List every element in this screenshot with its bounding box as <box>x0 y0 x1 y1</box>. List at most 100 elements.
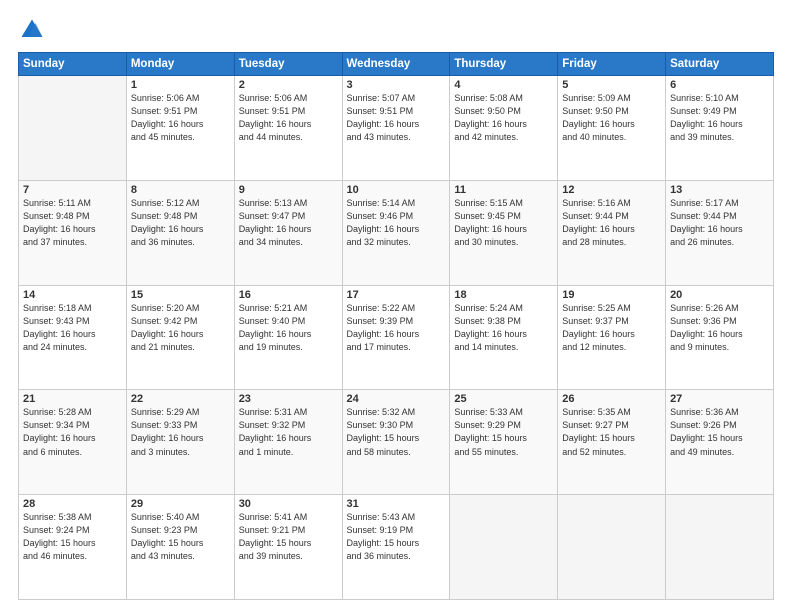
day-number: 6 <box>670 79 769 91</box>
calendar-week-row: 14Sunrise: 5:18 AM Sunset: 9:43 PM Dayli… <box>19 285 774 390</box>
day-info: Sunrise: 5:41 AM Sunset: 9:21 PM Dayligh… <box>239 511 338 563</box>
calendar-cell: 18Sunrise: 5:24 AM Sunset: 9:38 PM Dayli… <box>450 285 558 390</box>
day-number: 27 <box>670 393 769 405</box>
day-number: 1 <box>131 79 230 91</box>
day-info: Sunrise: 5:22 AM Sunset: 9:39 PM Dayligh… <box>347 302 446 354</box>
calendar-cell: 29Sunrise: 5:40 AM Sunset: 9:23 PM Dayli… <box>126 495 234 600</box>
calendar-cell: 11Sunrise: 5:15 AM Sunset: 9:45 PM Dayli… <box>450 180 558 285</box>
calendar-cell: 1Sunrise: 5:06 AM Sunset: 9:51 PM Daylig… <box>126 76 234 181</box>
calendar-header-saturday: Saturday <box>666 53 774 76</box>
day-number: 13 <box>670 184 769 196</box>
day-number: 22 <box>131 393 230 405</box>
day-number: 24 <box>347 393 446 405</box>
day-number: 19 <box>562 289 661 301</box>
day-number: 7 <box>23 184 122 196</box>
header <box>18 16 774 44</box>
day-info: Sunrise: 5:40 AM Sunset: 9:23 PM Dayligh… <box>131 511 230 563</box>
calendar-cell: 27Sunrise: 5:36 AM Sunset: 9:26 PM Dayli… <box>666 390 774 495</box>
calendar-cell <box>666 495 774 600</box>
calendar-cell: 14Sunrise: 5:18 AM Sunset: 9:43 PM Dayli… <box>19 285 127 390</box>
calendar-header-wednesday: Wednesday <box>342 53 450 76</box>
calendar-cell: 4Sunrise: 5:08 AM Sunset: 9:50 PM Daylig… <box>450 76 558 181</box>
calendar-cell: 7Sunrise: 5:11 AM Sunset: 9:48 PM Daylig… <box>19 180 127 285</box>
day-number: 16 <box>239 289 338 301</box>
calendar-cell: 5Sunrise: 5:09 AM Sunset: 9:50 PM Daylig… <box>558 76 666 181</box>
day-info: Sunrise: 5:36 AM Sunset: 9:26 PM Dayligh… <box>670 406 769 458</box>
day-info: Sunrise: 5:13 AM Sunset: 9:47 PM Dayligh… <box>239 197 338 249</box>
day-info: Sunrise: 5:28 AM Sunset: 9:34 PM Dayligh… <box>23 406 122 458</box>
day-info: Sunrise: 5:12 AM Sunset: 9:48 PM Dayligh… <box>131 197 230 249</box>
calendar-cell: 15Sunrise: 5:20 AM Sunset: 9:42 PM Dayli… <box>126 285 234 390</box>
day-info: Sunrise: 5:08 AM Sunset: 9:50 PM Dayligh… <box>454 92 553 144</box>
day-info: Sunrise: 5:11 AM Sunset: 9:48 PM Dayligh… <box>23 197 122 249</box>
day-info: Sunrise: 5:15 AM Sunset: 9:45 PM Dayligh… <box>454 197 553 249</box>
day-number: 4 <box>454 79 553 91</box>
calendar-cell: 19Sunrise: 5:25 AM Sunset: 9:37 PM Dayli… <box>558 285 666 390</box>
day-number: 26 <box>562 393 661 405</box>
day-info: Sunrise: 5:31 AM Sunset: 9:32 PM Dayligh… <box>239 406 338 458</box>
calendar-header-thursday: Thursday <box>450 53 558 76</box>
day-number: 9 <box>239 184 338 196</box>
day-number: 14 <box>23 289 122 301</box>
day-number: 25 <box>454 393 553 405</box>
day-number: 10 <box>347 184 446 196</box>
calendar-cell: 25Sunrise: 5:33 AM Sunset: 9:29 PM Dayli… <box>450 390 558 495</box>
calendar: SundayMondayTuesdayWednesdayThursdayFrid… <box>18 52 774 600</box>
day-info: Sunrise: 5:20 AM Sunset: 9:42 PM Dayligh… <box>131 302 230 354</box>
day-info: Sunrise: 5:06 AM Sunset: 9:51 PM Dayligh… <box>131 92 230 144</box>
calendar-cell: 8Sunrise: 5:12 AM Sunset: 9:48 PM Daylig… <box>126 180 234 285</box>
calendar-header-tuesday: Tuesday <box>234 53 342 76</box>
logo <box>18 16 50 44</box>
calendar-week-row: 28Sunrise: 5:38 AM Sunset: 9:24 PM Dayli… <box>19 495 774 600</box>
calendar-cell <box>19 76 127 181</box>
page: SundayMondayTuesdayWednesdayThursdayFrid… <box>0 0 792 612</box>
calendar-cell: 22Sunrise: 5:29 AM Sunset: 9:33 PM Dayli… <box>126 390 234 495</box>
day-number: 28 <box>23 498 122 510</box>
day-number: 20 <box>670 289 769 301</box>
calendar-cell <box>450 495 558 600</box>
day-number: 11 <box>454 184 553 196</box>
day-number: 23 <box>239 393 338 405</box>
day-number: 8 <box>131 184 230 196</box>
calendar-cell: 6Sunrise: 5:10 AM Sunset: 9:49 PM Daylig… <box>666 76 774 181</box>
day-info: Sunrise: 5:18 AM Sunset: 9:43 PM Dayligh… <box>23 302 122 354</box>
day-info: Sunrise: 5:25 AM Sunset: 9:37 PM Dayligh… <box>562 302 661 354</box>
calendar-cell: 17Sunrise: 5:22 AM Sunset: 9:39 PM Dayli… <box>342 285 450 390</box>
day-number: 30 <box>239 498 338 510</box>
calendar-header-friday: Friday <box>558 53 666 76</box>
day-number: 17 <box>347 289 446 301</box>
day-info: Sunrise: 5:38 AM Sunset: 9:24 PM Dayligh… <box>23 511 122 563</box>
day-info: Sunrise: 5:21 AM Sunset: 9:40 PM Dayligh… <box>239 302 338 354</box>
calendar-week-row: 21Sunrise: 5:28 AM Sunset: 9:34 PM Dayli… <box>19 390 774 495</box>
logo-icon <box>18 16 46 44</box>
day-info: Sunrise: 5:10 AM Sunset: 9:49 PM Dayligh… <box>670 92 769 144</box>
calendar-cell: 12Sunrise: 5:16 AM Sunset: 9:44 PM Dayli… <box>558 180 666 285</box>
day-number: 2 <box>239 79 338 91</box>
day-number: 12 <box>562 184 661 196</box>
day-number: 15 <box>131 289 230 301</box>
calendar-cell: 28Sunrise: 5:38 AM Sunset: 9:24 PM Dayli… <box>19 495 127 600</box>
day-number: 31 <box>347 498 446 510</box>
day-number: 5 <box>562 79 661 91</box>
day-number: 21 <box>23 393 122 405</box>
day-info: Sunrise: 5:14 AM Sunset: 9:46 PM Dayligh… <box>347 197 446 249</box>
calendar-header-row: SundayMondayTuesdayWednesdayThursdayFrid… <box>19 53 774 76</box>
calendar-cell: 10Sunrise: 5:14 AM Sunset: 9:46 PM Dayli… <box>342 180 450 285</box>
calendar-week-row: 1Sunrise: 5:06 AM Sunset: 9:51 PM Daylig… <box>19 76 774 181</box>
day-info: Sunrise: 5:43 AM Sunset: 9:19 PM Dayligh… <box>347 511 446 563</box>
calendar-cell: 3Sunrise: 5:07 AM Sunset: 9:51 PM Daylig… <box>342 76 450 181</box>
calendar-cell: 16Sunrise: 5:21 AM Sunset: 9:40 PM Dayli… <box>234 285 342 390</box>
day-info: Sunrise: 5:33 AM Sunset: 9:29 PM Dayligh… <box>454 406 553 458</box>
day-info: Sunrise: 5:26 AM Sunset: 9:36 PM Dayligh… <box>670 302 769 354</box>
calendar-cell: 23Sunrise: 5:31 AM Sunset: 9:32 PM Dayli… <box>234 390 342 495</box>
calendar-week-row: 7Sunrise: 5:11 AM Sunset: 9:48 PM Daylig… <box>19 180 774 285</box>
calendar-cell: 31Sunrise: 5:43 AM Sunset: 9:19 PM Dayli… <box>342 495 450 600</box>
day-info: Sunrise: 5:17 AM Sunset: 9:44 PM Dayligh… <box>670 197 769 249</box>
calendar-cell: 30Sunrise: 5:41 AM Sunset: 9:21 PM Dayli… <box>234 495 342 600</box>
calendar-header-monday: Monday <box>126 53 234 76</box>
day-info: Sunrise: 5:09 AM Sunset: 9:50 PM Dayligh… <box>562 92 661 144</box>
calendar-cell: 9Sunrise: 5:13 AM Sunset: 9:47 PM Daylig… <box>234 180 342 285</box>
day-number: 29 <box>131 498 230 510</box>
calendar-cell: 24Sunrise: 5:32 AM Sunset: 9:30 PM Dayli… <box>342 390 450 495</box>
day-info: Sunrise: 5:07 AM Sunset: 9:51 PM Dayligh… <box>347 92 446 144</box>
